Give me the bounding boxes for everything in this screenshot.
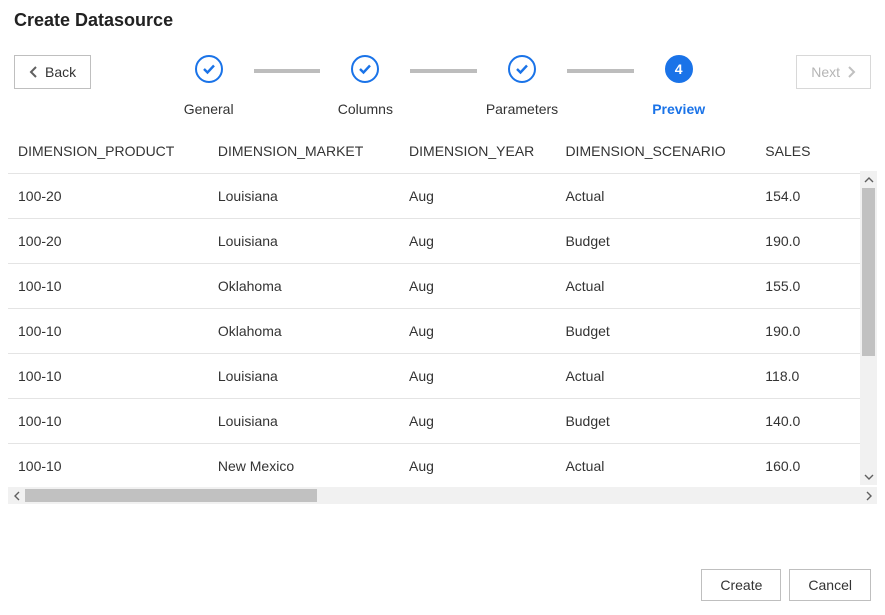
vertical-scroll-track[interactable] (860, 188, 877, 468)
table-cell: 100-10 (8, 399, 208, 444)
next-button-label: Next (811, 64, 840, 80)
check-icon (514, 61, 530, 77)
table-cell: Actual (555, 354, 755, 399)
table-cell: Aug (399, 264, 555, 309)
table-row[interactable]: 100-20LouisianaAugActual154.0 (8, 174, 877, 219)
chevron-left-icon (29, 66, 39, 78)
back-button-label: Back (45, 64, 76, 80)
horizontal-scrollbar[interactable] (8, 487, 877, 504)
table-cell: 100-10 (8, 444, 208, 486)
check-icon (357, 61, 373, 77)
table-cell: 155.0 (755, 264, 877, 309)
table-row[interactable]: 100-10OklahomaAugBudget190.0 (8, 309, 877, 354)
table-cell: Aug (399, 174, 555, 219)
vertical-scrollbar[interactable] (860, 171, 877, 485)
table-cell: New Mexico (208, 444, 399, 486)
table-cell: 118.0 (755, 354, 877, 399)
table-row[interactable]: 100-10LouisianaAugActual118.0 (8, 354, 877, 399)
column-header[interactable]: DIMENSION_SCENARIO (555, 137, 755, 174)
table-cell: 140.0 (755, 399, 877, 444)
scroll-down-arrow-icon[interactable] (860, 468, 877, 485)
step-label: Columns (338, 101, 393, 117)
step-preview[interactable]: 4 Preview (634, 55, 724, 117)
table-cell: Oklahoma (208, 309, 399, 354)
scroll-up-arrow-icon[interactable] (860, 171, 877, 188)
page-title: Create Datasource (14, 10, 871, 31)
table-header-row: DIMENSION_PRODUCT DIMENSION_MARKET DIMEN… (8, 137, 877, 174)
scroll-left-arrow-icon[interactable] (8, 487, 25, 504)
horizontal-scroll-track[interactable] (25, 487, 860, 504)
create-button[interactable]: Create (701, 569, 781, 601)
step-circle (508, 55, 536, 83)
scroll-right-arrow-icon[interactable] (860, 487, 877, 504)
column-header[interactable]: DIMENSION_PRODUCT (8, 137, 208, 174)
table-cell: Budget (555, 219, 755, 264)
step-circle (195, 55, 223, 83)
table-cell: Actual (555, 174, 755, 219)
cancel-button[interactable]: Cancel (789, 569, 871, 601)
table-cell: Aug (399, 309, 555, 354)
step-connector (410, 69, 477, 73)
table-row[interactable]: 100-10New MexicoAugActual160.0 (8, 444, 877, 486)
column-header[interactable]: DIMENSION_MARKET (208, 137, 399, 174)
stepper: General Columns Parameters 4 Preview (91, 47, 796, 117)
next-button: Next (796, 55, 871, 89)
table-cell: Aug (399, 399, 555, 444)
table-cell: 154.0 (755, 174, 877, 219)
table-cell: 100-20 (8, 219, 208, 264)
table-row[interactable]: 100-10OklahomaAugActual155.0 (8, 264, 877, 309)
table-cell: 100-10 (8, 264, 208, 309)
table-cell: 160.0 (755, 444, 877, 486)
back-button[interactable]: Back (14, 55, 91, 89)
footer-buttons: Create Cancel (701, 569, 871, 601)
step-label: General (184, 101, 234, 117)
table-cell: Actual (555, 444, 755, 486)
table-row[interactable]: 100-10LouisianaAugBudget140.0 (8, 399, 877, 444)
step-label: Preview (652, 101, 705, 117)
table-cell: Louisiana (208, 174, 399, 219)
column-header[interactable]: SALES (755, 137, 877, 174)
table-cell: Aug (399, 354, 555, 399)
step-parameters[interactable]: Parameters (477, 55, 567, 117)
table-cell: Louisiana (208, 219, 399, 264)
step-circle: 4 (665, 55, 693, 83)
chevron-right-icon (846, 66, 856, 78)
table-cell: 100-10 (8, 309, 208, 354)
step-circle (351, 55, 379, 83)
table-row[interactable]: 100-20LouisianaAugBudget190.0 (8, 219, 877, 264)
table-cell: Louisiana (208, 399, 399, 444)
table-cell: Actual (555, 264, 755, 309)
wizard-bar: Back General Columns Paramet (0, 37, 885, 117)
check-icon (201, 61, 217, 77)
preview-table: DIMENSION_PRODUCT DIMENSION_MARKET DIMEN… (8, 137, 877, 485)
step-label: Parameters (486, 101, 558, 117)
table-cell: Aug (399, 444, 555, 486)
table-cell: Budget (555, 309, 755, 354)
table-cell: 190.0 (755, 219, 877, 264)
table-cell: 100-20 (8, 174, 208, 219)
preview-table-area: DIMENSION_PRODUCT DIMENSION_MARKET DIMEN… (8, 137, 877, 504)
step-connector (254, 69, 321, 73)
table-cell: Louisiana (208, 354, 399, 399)
table-cell: 190.0 (755, 309, 877, 354)
step-connector (567, 69, 634, 73)
table-cell: Aug (399, 219, 555, 264)
table-cell: 100-10 (8, 354, 208, 399)
table-cell: Budget (555, 399, 755, 444)
step-columns[interactable]: Columns (320, 55, 410, 117)
table-cell: Oklahoma (208, 264, 399, 309)
column-header[interactable]: DIMENSION_YEAR (399, 137, 555, 174)
step-general[interactable]: General (164, 55, 254, 117)
horizontal-scroll-thumb[interactable] (25, 489, 317, 502)
vertical-scroll-thumb[interactable] (862, 188, 875, 356)
